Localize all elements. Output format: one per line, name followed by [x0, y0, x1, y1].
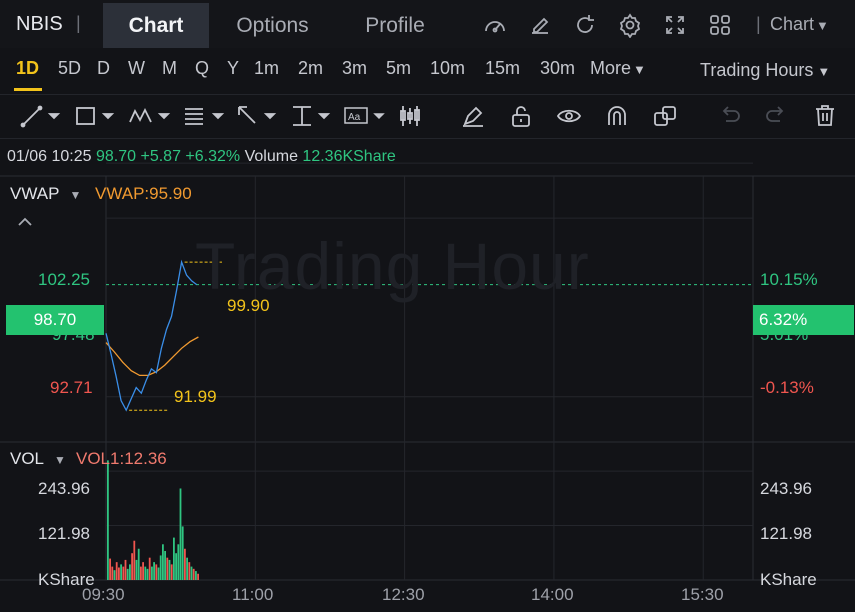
current-pct-badge: 6.32%	[753, 305, 854, 335]
vwap-indicator-label: VWAP	[10, 184, 60, 203]
volume-bar	[120, 564, 122, 580]
vol-axis-label-mid: 121.98	[38, 524, 90, 543]
volume-bar	[124, 559, 127, 580]
volume-bar	[192, 568, 195, 580]
volume-bar	[137, 548, 140, 580]
volume-bar	[184, 548, 186, 580]
volume-bar	[177, 544, 180, 580]
vwap-indicator-selector[interactable]: VWAP ▼	[10, 184, 81, 204]
price-axis-label-top: 102.25	[38, 270, 90, 289]
time-label-1400: 14:00	[531, 585, 574, 604]
volume-bar	[162, 544, 164, 580]
time-label-1530: 15:30	[681, 585, 724, 604]
volume-bar	[166, 557, 169, 580]
time-label-1230: 12:30	[382, 585, 425, 604]
low-price-label: 91.99	[174, 387, 217, 406]
volume-bar	[197, 573, 199, 580]
volume-bar	[115, 562, 118, 580]
volume-bar	[168, 559, 171, 580]
volume-bar	[175, 553, 177, 580]
volume-bar	[190, 566, 193, 580]
price-axis-label-bottom: 92.71	[50, 378, 93, 397]
volume-bar	[157, 567, 160, 580]
pct-axis-label-top: 10.15%	[760, 270, 818, 289]
volume-bar	[109, 558, 111, 580]
volume-bar	[186, 557, 188, 580]
volume-bar	[181, 526, 184, 580]
volume-bar	[140, 566, 142, 580]
volume-bar	[148, 557, 151, 580]
high-price-label: 99.90	[227, 296, 270, 315]
chart-watermark: Trading Hour	[195, 229, 590, 303]
vol-value: VOL1:12.36	[76, 449, 167, 468]
volume-bar	[159, 555, 162, 580]
volume-bar	[164, 550, 166, 580]
volume-bar	[146, 568, 149, 580]
volume-bar	[142, 562, 144, 580]
volume-bar	[170, 564, 173, 580]
vol-axis-right-mid: 121.98	[760, 524, 812, 543]
volume-bar	[144, 566, 147, 580]
volume-bar	[118, 567, 120, 580]
volume-bar	[129, 564, 131, 580]
volume-bar	[179, 488, 182, 580]
volume-bar	[107, 460, 109, 580]
vol-axis-right-unit: KShare	[760, 570, 817, 589]
vol-indicator-label: VOL	[10, 449, 45, 468]
volume-bar	[126, 568, 129, 580]
current-price-badge: 98.70	[6, 305, 104, 335]
volume-bar	[195, 571, 197, 580]
volume-bar	[135, 559, 138, 580]
time-label-0930: 09:30	[82, 585, 125, 604]
pct-axis-label-bottom: -0.13%	[760, 378, 814, 397]
volume-bar	[155, 564, 158, 580]
volume-bar	[111, 566, 114, 580]
caret-down-icon: ▼	[69, 188, 82, 202]
price-chart[interactable]	[0, 0, 855, 612]
vol-indicator-selector[interactable]: VOL ▼	[10, 449, 66, 469]
caret-down-icon: ▼	[54, 453, 66, 467]
chevron-up-icon[interactable]	[18, 214, 32, 232]
volume-bar	[151, 566, 153, 580]
vwap-value: VWAP:95.90	[95, 184, 192, 203]
volume-bar	[113, 570, 116, 580]
volume-bar	[122, 566, 125, 580]
volume-bar	[188, 562, 191, 580]
volume-bar	[153, 562, 155, 580]
volume-bar	[173, 537, 175, 580]
vol-axis-right-top: 243.96	[760, 479, 812, 498]
vol-axis-label-top: 243.96	[38, 479, 90, 498]
volume-bar	[133, 540, 136, 580]
time-label-1100: 11:00	[232, 585, 274, 604]
volume-bar	[131, 553, 133, 580]
